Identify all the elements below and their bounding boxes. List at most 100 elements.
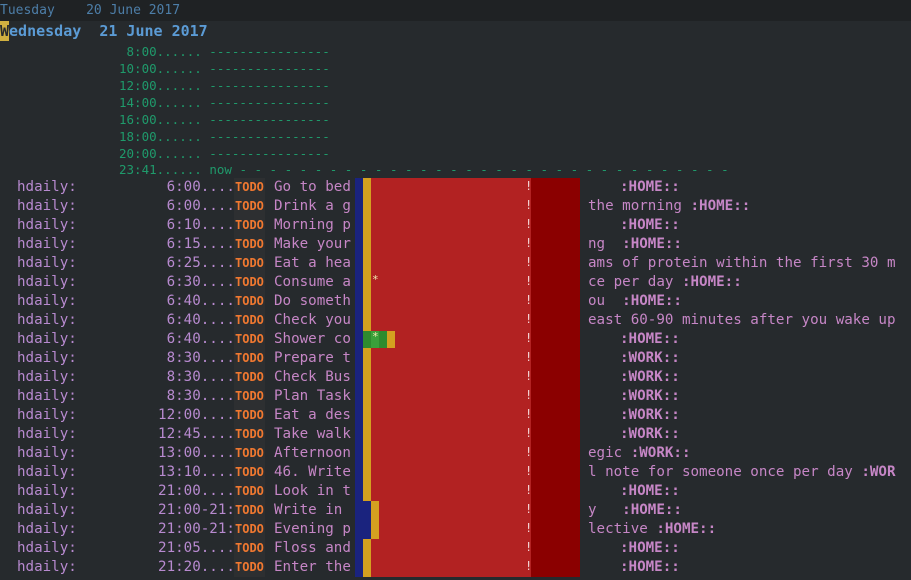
entry-time: 6:30...... — [166, 274, 252, 290]
entry-tail: :HOME:: — [620, 216, 680, 235]
entry-tail: :HOME:: — [620, 178, 680, 197]
entry-time: 6:00...... — [166, 179, 252, 195]
entry-tail: the morning :HOME:: — [588, 198, 751, 214]
entry-tail: ou :HOME:: — [588, 293, 682, 309]
entry-title: Prepare t — [274, 350, 351, 366]
habit-today-mark: ! — [525, 540, 533, 554]
entry-time: 12:00...... — [158, 407, 252, 423]
entry-title: Plan Task — [274, 388, 351, 404]
entry-category: hdaily: — [17, 540, 77, 556]
prev-date: 20 June 2017 — [86, 3, 181, 18]
entry-time: 12:45...... — [158, 426, 252, 442]
entry-tag: :WORK:: — [630, 445, 691, 461]
entry-tail: :WORK:: — [620, 387, 680, 406]
entry-tag: :WOR — [861, 464, 896, 480]
entry-tail: :HOME:: — [620, 558, 680, 577]
entry-title: Go to bed — [274, 179, 351, 195]
habit-today-mark: ! — [525, 502, 533, 516]
entry-title: Take walk — [274, 426, 351, 442]
entry-tag: :HOME:: — [622, 502, 682, 518]
entry-category: hdaily: — [17, 331, 77, 347]
time-grid-row: 10:00...... ---------------- — [119, 61, 330, 76]
entry-title: Shower co — [274, 331, 351, 347]
entry-time: 13:00...... — [158, 445, 252, 461]
entry-tail: ams of protein within the first 30 m — [588, 255, 896, 271]
entry-tail: :WORK:: — [620, 406, 680, 425]
entry-todo-keyword: TODO — [234, 387, 265, 406]
entry-todo-keyword: TODO — [234, 254, 265, 273]
habit-today-mark: ! — [525, 236, 533, 250]
entry-tail: ng :HOME:: — [588, 236, 682, 252]
entry-tag: :WORK:: — [620, 407, 680, 423]
entry-title: Make your — [274, 236, 351, 252]
time-grid-row: 20:00...... ---------------- — [119, 146, 330, 161]
text-cursor[interactable]: W — [0, 21, 10, 41]
entry-todo-keyword: TODO — [234, 368, 265, 387]
entry-todo-keyword: TODO — [234, 501, 265, 520]
entry-todo-keyword: TODO — [234, 178, 265, 197]
entry-todo-keyword: TODO — [234, 444, 265, 463]
entry-category: hdaily: — [17, 274, 77, 290]
entry-time: 21:00-21:45 — [158, 521, 252, 537]
entry-tail: l note for someone once per day :WOR — [588, 464, 896, 480]
current-day-header: Wednesday 21 June 2017 — [0, 21, 911, 41]
entry-time: 8:30...... — [166, 369, 252, 385]
entry-time: 21:20...... — [158, 559, 252, 575]
entry-category: hdaily: — [17, 388, 77, 404]
prev-weekday: Tuesday — [0, 3, 55, 18]
entry-tag: :HOME:: — [622, 236, 682, 252]
time-grid-row: 12:00...... ---------------- — [119, 78, 330, 93]
entry-tail: :HOME:: — [620, 330, 680, 349]
entry-category: hdaily: — [17, 464, 77, 480]
entry-title: Do someth — [274, 293, 351, 309]
entry-todo-keyword: TODO — [234, 558, 265, 577]
entry-todo-keyword: TODO — [234, 463, 265, 482]
habit-today-mark: ! — [525, 255, 533, 269]
entry-tag: :WORK:: — [620, 388, 680, 404]
time-grid-row: 16:00...... ---------------- — [119, 112, 330, 127]
entry-category: hdaily: — [17, 426, 77, 442]
habit-star-mark: * — [372, 273, 379, 286]
entry-title: Eat a hea — [274, 255, 351, 271]
habit-today-mark: ! — [525, 559, 533, 573]
entry-tail: lective :HOME:: — [588, 521, 717, 537]
entry-time: 6:40...... — [166, 293, 252, 309]
habit-today-mark: ! — [525, 198, 533, 212]
current-date: 21 June 2017 — [99, 22, 208, 40]
entry-time: 13:10...... — [158, 464, 252, 480]
entry-title: 46. Write — [274, 464, 351, 480]
entry-title: Floss and — [274, 540, 351, 556]
entry-time: 6:00...... — [166, 198, 252, 214]
entry-tag: :HOME:: — [622, 293, 682, 309]
habit-future-area — [531, 178, 580, 577]
entry-time: 21:00-21:35 — [158, 502, 252, 518]
entry-tail: :HOME:: — [620, 539, 680, 558]
entry-todo-keyword: TODO — [234, 216, 265, 235]
now-dots: ...... — [156, 162, 202, 177]
entry-title: Drink a g — [274, 198, 351, 214]
entry-title: Look in t — [274, 483, 351, 499]
previous-day-header: Tuesday 20 June 2017 — [0, 0, 911, 21]
now-dashes: - - - - - - - - - - - - - - - - - - - - … — [239, 162, 729, 177]
habit-cell-done — [379, 331, 387, 348]
entry-category: hdaily: — [17, 179, 77, 195]
entry-tag: :HOME:: — [656, 521, 717, 537]
entry-time: 6:15...... — [166, 236, 252, 252]
entry-tag: :WORK:: — [620, 350, 680, 366]
entry-time: 21:05...... — [158, 540, 252, 556]
entry-time: 6:40...... — [166, 331, 252, 347]
entry-time: 6:40...... — [166, 312, 252, 328]
time-grid-row: 14:00...... ---------------- — [119, 95, 330, 110]
entry-category: hdaily: — [17, 198, 77, 214]
entry-todo-keyword: TODO — [234, 273, 265, 292]
entry-category: hdaily: — [17, 483, 77, 499]
entry-title: Afternoon — [274, 445, 351, 461]
habit-today-mark: ! — [525, 179, 533, 193]
time-grid-row: 8:00...... ---------------- — [119, 44, 330, 59]
habit-today-mark: ! — [525, 312, 533, 326]
entry-todo-keyword: TODO — [234, 520, 265, 539]
habit-today-mark: ! — [525, 521, 533, 535]
entry-title: Consume a — [274, 274, 351, 290]
current-weekday: ednesday — [9, 22, 82, 40]
now-label: now — [209, 162, 232, 177]
